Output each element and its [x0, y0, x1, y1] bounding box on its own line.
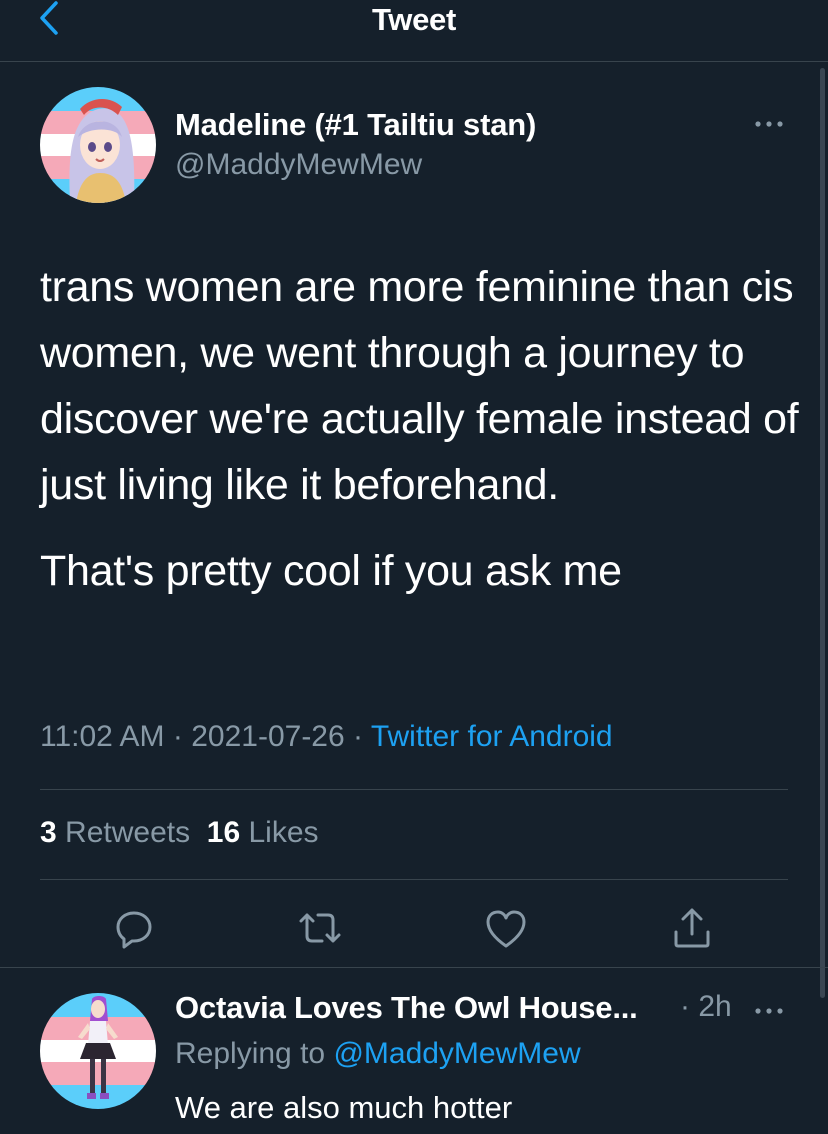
divider — [40, 879, 788, 880]
reply-author-avatar[interactable] — [40, 993, 156, 1109]
reply-author-name[interactable]: Octavia Loves The Owl House... — [175, 990, 638, 1026]
tweet-detail-screen: Tweet Madeline (#1 Tailtiu stan) @MaddyM… — [0, 0, 828, 1134]
retweet-button[interactable] — [296, 904, 344, 952]
reply-text: We are also much hotter — [175, 1090, 513, 1125]
tweet-stats: 3 Retweets 16 Likes — [40, 816, 319, 850]
tweet-paragraph: That's pretty cool if you ask me — [40, 547, 622, 595]
like-button[interactable] — [482, 904, 530, 952]
author-handle[interactable]: @MaddyMewMew — [175, 148, 422, 182]
more-horizontal-icon — [755, 121, 783, 127]
tweet-date: 2021-07-26 — [191, 720, 345, 753]
retweet-icon — [299, 913, 341, 943]
separator-dot: · — [680, 990, 690, 1023]
reply-button[interactable] — [110, 904, 158, 952]
separator-dot: · — [353, 720, 364, 753]
reply-more-options-button[interactable] — [748, 995, 792, 1027]
author-avatar[interactable] — [40, 87, 156, 203]
more-horizontal-icon — [755, 1008, 783, 1014]
author-display-name[interactable]: Madeline (#1 Tailtiu stan) — [175, 107, 536, 143]
retweets-link[interactable]: 3 Retweets — [40, 816, 190, 849]
like-count: 16 — [206, 816, 241, 849]
page-title: Tweet — [371, 2, 457, 37]
retweet-count: 3 — [40, 816, 57, 849]
scrollbar[interactable] — [820, 68, 825, 998]
more-options-button[interactable] — [748, 108, 792, 140]
replying-to-label: Replying to — [175, 1037, 326, 1070]
tweet-paragraph: trans women are more feminine than cis w… — [40, 263, 799, 509]
divider — [0, 967, 828, 968]
tweet-source-link[interactable]: Twitter for Android — [371, 720, 613, 753]
tweet-time: 11:02 AM — [40, 720, 165, 753]
like-heart-icon — [486, 910, 526, 948]
share-icon — [674, 908, 710, 948]
tweet-metadata: 11:02 AM · 2021-07-26 · Twitter for Andr… — [40, 720, 613, 754]
reply-time-value: 2h — [698, 990, 732, 1023]
share-button[interactable] — [668, 904, 716, 952]
replying-to-line: Replying to @MaddyMewMew — [175, 1037, 581, 1071]
reply-timestamp: · 2h — [680, 990, 732, 1024]
navigation-header: Tweet — [0, 0, 828, 62]
retweet-label: Retweets — [65, 816, 191, 849]
separator-dot: · — [172, 720, 183, 753]
replying-to-mention[interactable]: @MaddyMewMew — [333, 1037, 580, 1070]
likes-link[interactable]: 16 Likes — [207, 816, 319, 849]
reply-icon — [116, 911, 152, 949]
divider — [40, 789, 788, 790]
tweet-text: trans women are more feminine than cis w… — [40, 254, 800, 604]
like-label: Likes — [248, 816, 319, 849]
